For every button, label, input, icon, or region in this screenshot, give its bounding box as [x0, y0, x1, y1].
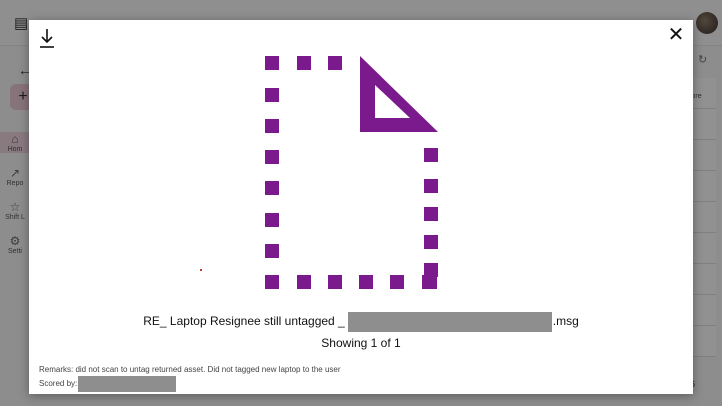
- file-outline-dot: [424, 179, 438, 193]
- scored-by: Scored by:: [39, 376, 177, 392]
- file-outline-dot: [265, 244, 279, 258]
- file-outline-dot: [424, 235, 438, 249]
- file-outline-dot: [265, 181, 279, 195]
- file-outline-dot: [265, 213, 279, 227]
- file-outline-dot: [297, 275, 311, 289]
- file-outline-dot: [359, 275, 373, 289]
- file-outline-dot: [328, 275, 342, 289]
- download-button[interactable]: [37, 26, 57, 50]
- file-outline-dot: [328, 56, 342, 70]
- file-outline-dot: [265, 150, 279, 164]
- remarks-text: Remarks: did not scan to untag returned …: [39, 365, 341, 374]
- file-outline-dot: [390, 275, 404, 289]
- scored-by-label: Scored by:: [39, 379, 78, 389]
- generic-file-icon: [265, 56, 438, 289]
- file-outline-dot: [297, 56, 311, 70]
- file-outline-dot: [265, 88, 279, 102]
- file-outline-dot: [265, 56, 279, 70]
- file-outline-dot: [424, 148, 438, 162]
- download-icon: [40, 29, 54, 48]
- close-button[interactable]: ✕: [666, 24, 686, 46]
- file-outline-dot: [424, 207, 438, 221]
- file-outline-dot: [424, 263, 438, 277]
- attachment-preview-modal: ✕ RE_ Laptop Resignee still untagged _ .m…: [29, 20, 693, 394]
- page-indicator: Showing 1 of 1: [321, 336, 401, 350]
- stray-dot: [200, 269, 202, 271]
- file-outline-dot: [265, 119, 279, 133]
- file-outline-dot: [265, 275, 279, 289]
- file-name-prefix: RE_ Laptop Resignee still untagged _: [143, 314, 345, 329]
- file-outline-dot: [423, 275, 437, 289]
- file-name-suffix: .msg: [552, 314, 579, 329]
- redacted-block: [78, 376, 177, 392]
- redacted-block: [347, 312, 552, 332]
- file-name: RE_ Laptop Resignee still untagged _ .msg: [29, 312, 693, 332]
